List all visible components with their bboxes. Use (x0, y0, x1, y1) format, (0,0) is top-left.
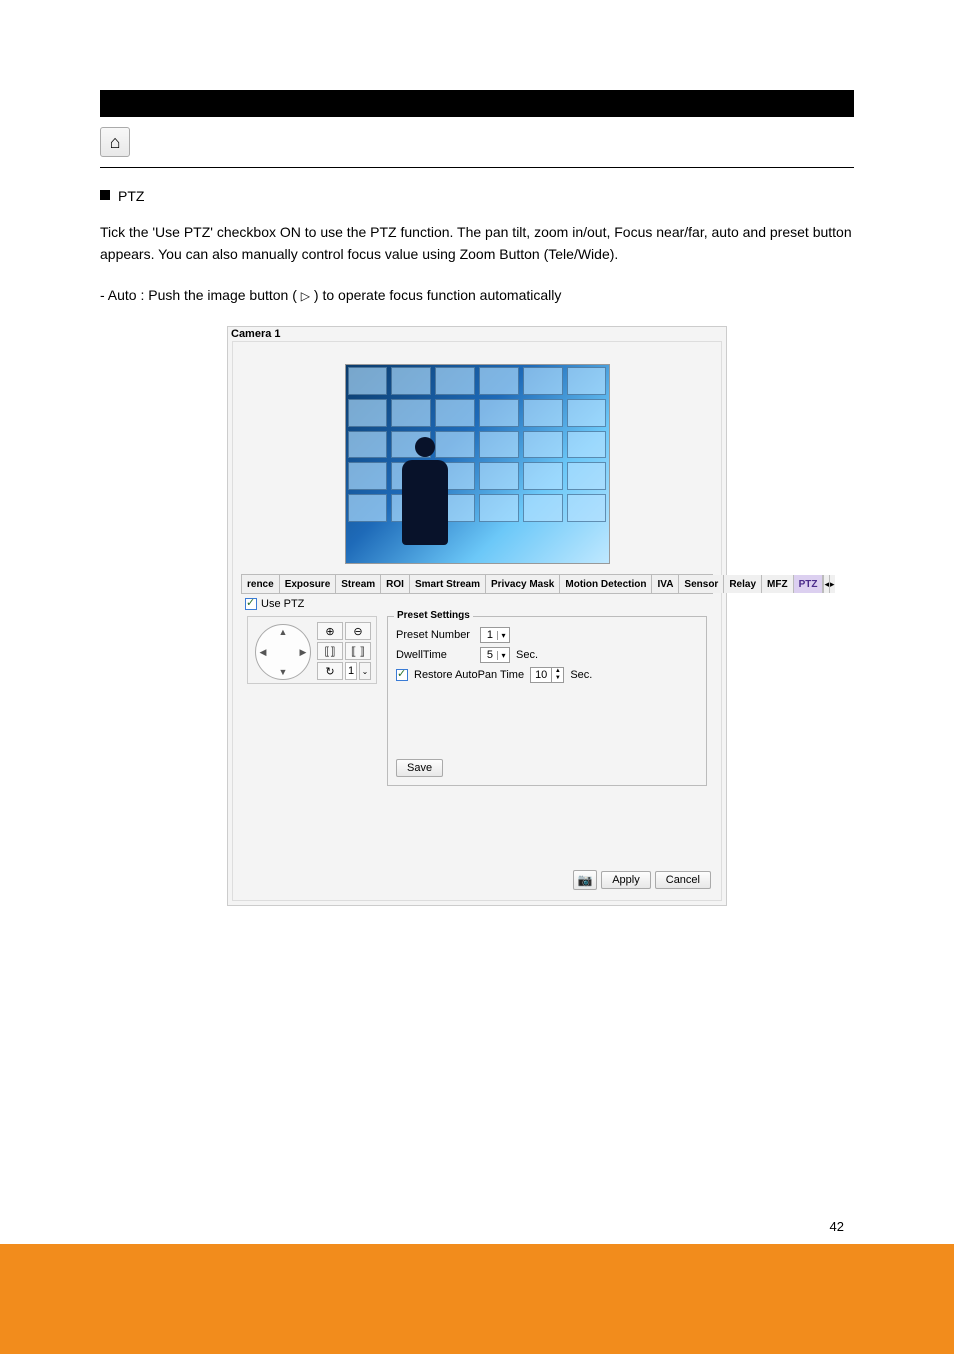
save-button[interactable]: Save (396, 759, 443, 777)
breadcrumb-row: ⌂ (100, 127, 854, 168)
tab-scroll-right-icon[interactable]: ▸ (829, 575, 835, 593)
video-preview (345, 364, 610, 564)
zoom-out-button[interactable]: ⊖ (345, 622, 371, 640)
preset-number-label: Preset Number (396, 629, 474, 641)
preset-step-icon[interactable]: ⌄ (359, 662, 371, 680)
apply-button[interactable]: Apply (601, 871, 651, 889)
sec-label: Sec. (516, 649, 538, 661)
chevron-down-icon: ▾ (497, 631, 509, 640)
tab-motion-detection[interactable]: Motion Detection (560, 575, 652, 593)
preset-number-input[interactable]: 1 (345, 662, 357, 680)
zoom-in-button[interactable]: ⊕ (317, 622, 343, 640)
preset-number-select[interactable]: 1 ▾ (480, 627, 510, 643)
bullet-text: PTZ (118, 186, 144, 207)
focus-near-button[interactable]: ⟦⟧ (317, 642, 343, 660)
home-icon: ⌂ (100, 127, 130, 157)
spinner-arrows-icon: ▲▼ (551, 668, 563, 682)
camera-icon-button[interactable]: 📷 (573, 870, 597, 890)
embedded-screenshot: Camera 1 rence E (227, 326, 727, 906)
tab-sensor[interactable]: Sensor (679, 575, 724, 593)
preset-settings-group: Preset Settings Preset Number 1 ▾ DwellT… (387, 616, 707, 786)
tab-exposure[interactable]: Exposure (280, 575, 337, 593)
tab-bar: rence Exposure Stream ROI Smart Stream P… (241, 574, 713, 594)
sec-label-2: Sec. (570, 669, 592, 681)
ptz-dpad[interactable]: ▲ ▼ ◀ ▶ (253, 622, 313, 682)
restore-autopan-time-stepper[interactable]: 10 ▲▼ (530, 667, 564, 683)
use-ptz-label: Use PTZ (261, 598, 304, 610)
tab-privacy-mask[interactable]: Privacy Mask (486, 575, 560, 593)
dwell-time-select[interactable]: 5 ▾ (480, 647, 510, 663)
ptz-left-icon[interactable]: ◀ (255, 644, 271, 660)
settings-panel: rence Exposure Stream ROI Smart Stream P… (232, 341, 722, 901)
auto-line: - Auto : Push the image button ( ▷ ) to … (100, 284, 854, 306)
focus-far-button[interactable]: ⟦ ⟧ (345, 642, 371, 660)
dwell-time-label: DwellTime (396, 649, 474, 661)
tab-relay[interactable]: Relay (724, 575, 762, 593)
ptz-up-icon[interactable]: ▲ (275, 624, 291, 640)
play-triangle-icon: ▷ (301, 287, 310, 306)
tab-stream[interactable]: Stream (336, 575, 381, 593)
tab-ptz[interactable]: PTZ (794, 575, 824, 593)
page-number: 42 (830, 1219, 844, 1234)
restore-autopan-checkbox[interactable] (396, 669, 408, 681)
restore-autopan-label: Restore AutoPan Time (414, 669, 524, 681)
tab-mfz[interactable]: MFZ (762, 575, 794, 593)
page-footer-bar (0, 1244, 954, 1354)
tab-iva[interactable]: IVA (652, 575, 679, 593)
cancel-button[interactable]: Cancel (655, 871, 711, 889)
tab-roi[interactable]: ROI (381, 575, 410, 593)
ptz-control-panel: ▲ ▼ ◀ ▶ ⊕ ⊖ ⟦⟧ ⟦ ⟧ ↻ 1 (247, 616, 377, 684)
auto-line-suffix: ) to operate focus function automaticall… (314, 287, 561, 303)
paragraph-text: Tick the 'Use PTZ' checkbox ON to use th… (100, 221, 854, 266)
tab-rence[interactable]: rence (242, 575, 280, 593)
use-ptz-checkbox[interactable] (245, 598, 257, 610)
square-bullet-icon (100, 190, 110, 200)
tab-smart-stream[interactable]: Smart Stream (410, 575, 486, 593)
preset-legend: Preset Settings (394, 610, 473, 621)
figure-silhouette (402, 415, 448, 545)
page-content: ⌂ PTZ Tick the 'Use PTZ' checkbox ON to … (0, 0, 954, 906)
ptz-right-icon[interactable]: ▶ (295, 644, 311, 660)
window-title: Camera 1 (228, 327, 726, 341)
section-header-bar (100, 90, 854, 117)
auto-focus-button[interactable]: ↻ (317, 662, 343, 680)
auto-line-prefix: - Auto : Push the image button ( (100, 287, 297, 303)
chevron-down-icon: ▾ (497, 651, 509, 660)
bullet-heading: PTZ (100, 186, 854, 207)
ptz-down-icon[interactable]: ▼ (275, 664, 291, 680)
